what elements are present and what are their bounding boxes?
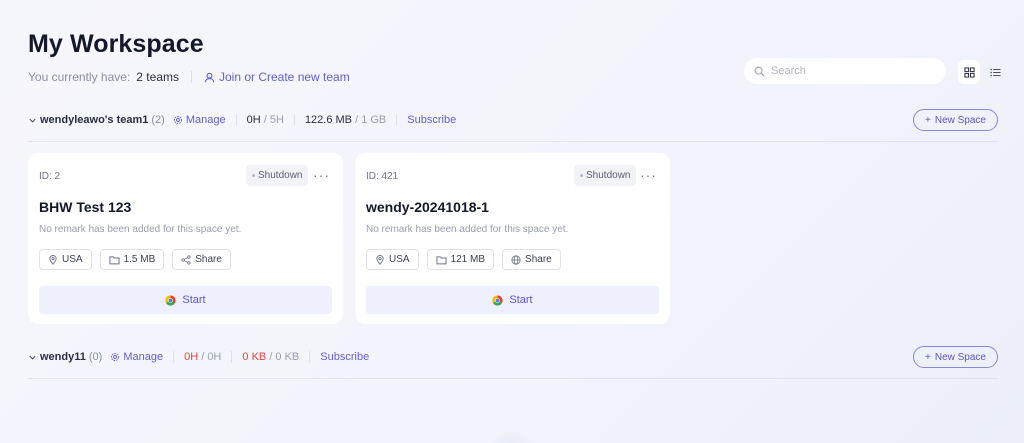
space-card[interactable]: ID: 2 Shutdown ··· BHW Test 123 No remar… [28,153,343,324]
share-icon [181,254,191,265]
chrome-icon [492,294,503,306]
grid-icon [963,66,975,78]
start-button[interactable]: Start [366,286,659,314]
manage-team-link[interactable]: Manage [173,114,226,126]
divider [235,114,237,126]
user-icon [204,72,215,82]
chevron-down-icon [29,118,36,123]
new-space-label: New Space [934,114,986,126]
divider [173,351,175,363]
status-label: Shutdown [586,170,631,181]
manage-label: Manage [185,114,226,126]
search-icon [754,66,765,77]
hours-used: 0H [246,114,261,126]
start-label: Start [182,294,206,306]
search-input[interactable] [771,65,941,77]
location-pin-icon [376,254,384,265]
plus-icon: + [925,351,931,363]
space-name: BHW Test 123 [39,199,132,215]
share-chip[interactable]: Share [502,249,561,270]
status-label: Shutdown [258,170,303,181]
storage-label: 1.5 MB [123,254,156,265]
space-name: wendy-20241018-1 [366,199,489,215]
section-divider [28,378,998,379]
join-or-create-team-link[interactable]: Join or Create new team [204,70,350,84]
team-summary: You currently have: 2 teams Join or Crea… [28,70,350,84]
region-chip: USA [366,249,419,270]
space-id: ID: 2 [39,171,61,182]
divider [190,71,192,83]
space-card[interactable]: ID: 421 Shutdown ··· wendy-20241018-1 No… [355,153,670,324]
team-name: wendyleawo's team1 [40,114,149,126]
team-header: wendyleawo's team1 (2) Manage 0H / 5H 12… [28,106,998,134]
gear-icon [173,115,182,125]
share-label: Share [525,254,552,265]
hours-total: / 5H [263,114,284,126]
storage-total: / 0 KB [269,351,300,363]
new-space-button[interactable]: + New Space [913,109,998,131]
team-member-count: (2) [151,114,165,126]
region-label: USA [62,254,83,265]
manage-label: Manage [123,351,164,363]
hours-used: 0H [184,351,199,363]
view-toggle [958,59,1008,85]
region-label: USA [389,254,410,265]
start-button[interactable]: Start [39,286,332,314]
folder-icon [436,255,447,264]
gear-icon [111,352,120,362]
plus-icon: + [925,114,931,126]
space-remark: No remark has been added for this space … [39,224,242,235]
team-member-count: (0) [88,351,103,363]
collapse-toggle[interactable] [28,353,38,362]
share-label: Share [195,254,222,265]
list-view-button[interactable] [984,60,1006,84]
space-id: ID: 421 [366,171,399,182]
globe-icon [511,254,521,265]
region-chip: USA [39,249,92,270]
section-divider [28,141,998,142]
divider [309,351,311,363]
more-options-icon[interactable]: ··· [313,167,330,183]
status-badge: Shutdown [246,165,309,186]
space-remark: No remark has been added for this space … [366,224,569,235]
loading-indicator [486,430,538,443]
subscribe-link[interactable]: Subscribe [320,351,369,363]
new-space-button[interactable]: + New Space [913,346,998,368]
storage-used: 122.6 MB [304,114,353,126]
chevron-down-icon [29,355,36,360]
status-badge: Shutdown [574,165,637,186]
collapse-toggle[interactable] [28,116,38,125]
location-pin-icon [49,254,57,265]
team-count: 2 teams [136,70,179,84]
chrome-icon [165,294,176,306]
status-dot-icon [252,174,255,177]
page-title: My Workspace [28,30,204,58]
storage-chip: 121 MB [426,249,495,270]
storage-label: 121 MB [450,254,486,265]
list-icon [989,68,1001,76]
team-header: wendy11 (0) Manage 0H / 0H 0 KB / 0 KB S… [28,343,998,371]
subscribe-link[interactable]: Subscribe [407,114,456,126]
storage-total: / 1 GB [355,114,387,126]
folder-icon [109,255,120,264]
divider [293,114,295,126]
share-chip[interactable]: Share [172,249,231,270]
new-space-label: New Space [934,351,986,363]
team-name: wendy11 [40,351,86,363]
start-label: Start [509,294,533,306]
status-dot-icon [580,174,583,177]
team-summary-label: You currently have: [28,70,131,84]
storage-chip: 1.5 MB [99,249,165,270]
hours-total: / 0H [201,351,222,363]
more-options-icon[interactable]: ··· [640,167,657,183]
storage-used: 0 KB [242,351,267,363]
divider [396,114,398,126]
search-box[interactable] [744,58,946,84]
space-info-chips: USA 121 MB Share [366,249,561,270]
space-info-chips: USA 1.5 MB Share [39,249,231,270]
divider [231,351,233,363]
manage-team-link[interactable]: Manage [110,351,163,363]
join-or-create-team-label: Join or Create new team [218,70,350,84]
grid-view-button[interactable] [958,60,980,84]
